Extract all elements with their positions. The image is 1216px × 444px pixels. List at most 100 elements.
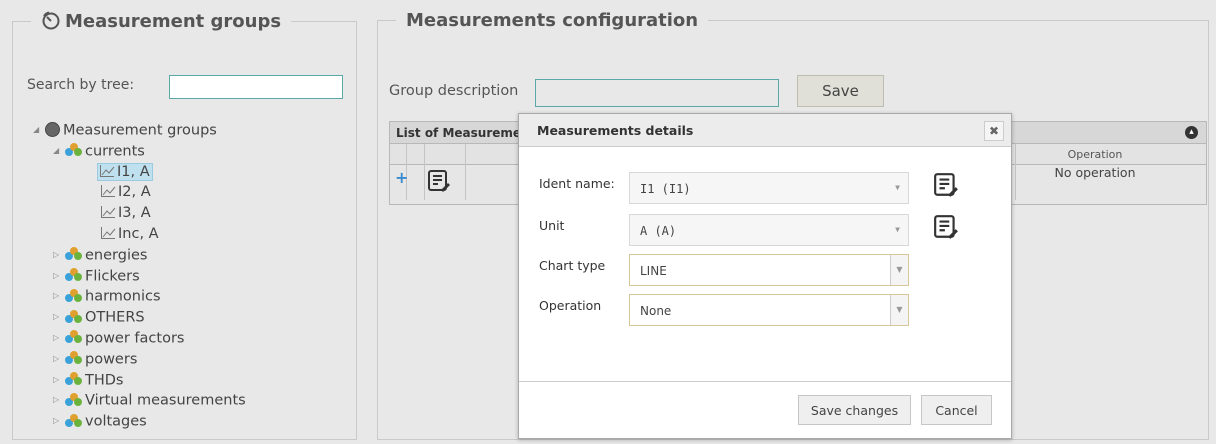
tree-search-label: Search by tree:	[27, 77, 135, 93]
tree-group-power-factors[interactable]: ▷ power factors	[33, 328, 246, 349]
group-icon	[65, 413, 82, 428]
column-header-operation[interactable]: Operation	[1015, 148, 1175, 161]
tree-group-label: currents	[85, 143, 145, 160]
dialog-divider	[519, 381, 1011, 382]
operation-label: Operation	[539, 298, 602, 313]
measurement-tree: ◢ Measurement groups ◢ currents I1, A I2, …	[33, 120, 246, 432]
measurement-groups-legend: Measurement groups	[31, 10, 291, 32]
tree-leaf-i2[interactable]: I2, A	[33, 182, 246, 203]
tree-group-label: harmonics	[85, 288, 161, 305]
group-icon	[65, 309, 82, 324]
dialog-header: Measurements details ✖	[519, 114, 1011, 147]
tree-group-flickers[interactable]: ▷ Flickers	[33, 266, 246, 287]
ident-name-value: I1 (I1)	[640, 182, 691, 196]
operation-value: None	[640, 304, 672, 318]
collapsed-arrow-icon[interactable]: ▷	[53, 370, 65, 391]
group-description-row: Group description Save	[389, 75, 884, 107]
group-icon	[65, 247, 82, 261]
tree-group-thds[interactable]: ▷ THDs	[33, 370, 246, 391]
tree-group-voltages[interactable]: ▷ voltages	[33, 411, 246, 432]
grid-caption-text: List of Measuremer	[396, 126, 527, 140]
collapsed-arrow-icon[interactable]: ▷	[53, 349, 65, 370]
collapsed-arrow-icon[interactable]: ▷	[53, 411, 65, 432]
edit-list-icon[interactable]	[933, 214, 959, 240]
chart-type-select[interactable]: LINE ▼	[629, 254, 909, 286]
tree-group-currents[interactable]: ◢ currents	[33, 141, 246, 162]
measurement-groups-panel: Measurement groups Search by tree: ◢ Meas…	[12, 10, 357, 440]
tree-leaf-label: I2, A	[118, 184, 151, 201]
unit-label: Unit	[539, 218, 565, 233]
tree-group-others[interactable]: ▷ OTHERS	[33, 307, 246, 328]
tree-group-label: voltages	[85, 413, 147, 430]
group-icon	[65, 143, 82, 157]
operation-cell: No operation	[1054, 165, 1136, 180]
collapsed-arrow-icon[interactable]: ▷	[53, 286, 65, 307]
chart-icon	[101, 185, 116, 198]
operation-select[interactable]: None ▼	[629, 294, 909, 326]
chevron-down-icon: ▼	[890, 295, 908, 325]
chart-icon	[101, 226, 116, 239]
unit-value: A (A)	[640, 224, 677, 238]
expanded-arrow-icon[interactable]: ◢	[53, 141, 65, 162]
selected-leaf[interactable]: I1, A	[97, 162, 153, 181]
group-icon	[65, 288, 82, 303]
tree-leaf-label: I1, A	[117, 163, 150, 180]
save-button[interactable]: Save	[797, 75, 884, 107]
group-icon	[65, 267, 82, 282]
tree-group-energies[interactable]: ▷ energies	[33, 245, 246, 266]
chart-type-label: Chart type	[539, 258, 606, 273]
edit-list-icon[interactable]	[933, 172, 959, 198]
tree-group-label: OTHERS	[85, 309, 145, 326]
tree-group-label: Virtual measurements	[85, 392, 246, 409]
close-icon[interactable]: ✖	[984, 121, 1004, 141]
chevron-down-icon: ▼	[895, 225, 900, 234]
timer-icon	[42, 11, 60, 30]
ident-name-label: Ident name:	[539, 176, 615, 191]
tree-root[interactable]: ◢ Measurement groups	[33, 120, 246, 141]
tree-root-label: Measurement groups	[63, 122, 217, 139]
collapsed-arrow-icon[interactable]: ▷	[53, 266, 65, 287]
tree-group-label: powers	[85, 351, 138, 368]
tree-leaf-label: I3, A	[118, 205, 151, 222]
edit-list-icon[interactable]	[427, 169, 451, 193]
globe-icon	[45, 121, 60, 137]
measurements-configuration-title: Measurements configuration	[406, 10, 699, 31]
chevron-down-icon: ▼	[895, 183, 900, 192]
collapsed-arrow-icon[interactable]: ▷	[53, 307, 65, 328]
tree-group-label: Flickers	[85, 267, 140, 284]
tree-search-row: Search by tree:	[27, 75, 343, 99]
group-icon	[65, 351, 82, 365]
tree-search-input[interactable]	[169, 75, 343, 99]
group-description-label: Group description	[389, 83, 519, 99]
tree-group-powers[interactable]: ▷ powers	[33, 349, 246, 370]
chart-type-value: LINE	[640, 264, 667, 278]
collapse-icon[interactable]: ▴	[1185, 126, 1198, 139]
measurements-details-dialog: Measurements details ✖ Ident name: I1 (I…	[518, 113, 1012, 439]
unit-select[interactable]: A (A) ▼	[629, 214, 909, 246]
tree-leaf-label: Inc, A	[118, 225, 159, 242]
tree-leaf-i1[interactable]: I1, A	[33, 162, 246, 183]
tree-leaf-inc[interactable]: Inc, A	[33, 224, 246, 245]
group-icon	[65, 371, 82, 386]
collapsed-arrow-icon[interactable]: ▷	[53, 245, 65, 266]
collapsed-arrow-icon[interactable]: ▷	[53, 390, 65, 411]
add-icon[interactable]: +	[395, 168, 408, 187]
tree-group-label: power factors	[85, 330, 185, 347]
chart-icon	[101, 206, 116, 219]
group-icon	[65, 392, 82, 407]
cancel-button[interactable]: Cancel	[921, 395, 992, 425]
collapsed-arrow-icon[interactable]: ▷	[53, 328, 65, 349]
tree-group-virtual-measurements[interactable]: ▷ Virtual measurements	[33, 390, 246, 411]
tree-leaf-i3[interactable]: I3, A	[33, 203, 246, 224]
tree-group-label: energies	[85, 247, 148, 264]
tree-group-label: THDs	[85, 371, 124, 388]
chart-icon	[100, 164, 115, 177]
group-description-input[interactable]	[535, 79, 779, 107]
group-icon	[65, 330, 82, 344]
tree-group-harmonics[interactable]: ▷ harmonics	[33, 286, 246, 307]
ident-name-select[interactable]: I1 (I1) ▼	[629, 172, 909, 204]
expanded-arrow-icon[interactable]: ◢	[33, 120, 45, 141]
save-changes-button[interactable]: Save changes	[798, 395, 911, 425]
dialog-title: Measurements details	[537, 123, 694, 138]
measurement-groups-title: Measurement groups	[65, 11, 282, 32]
